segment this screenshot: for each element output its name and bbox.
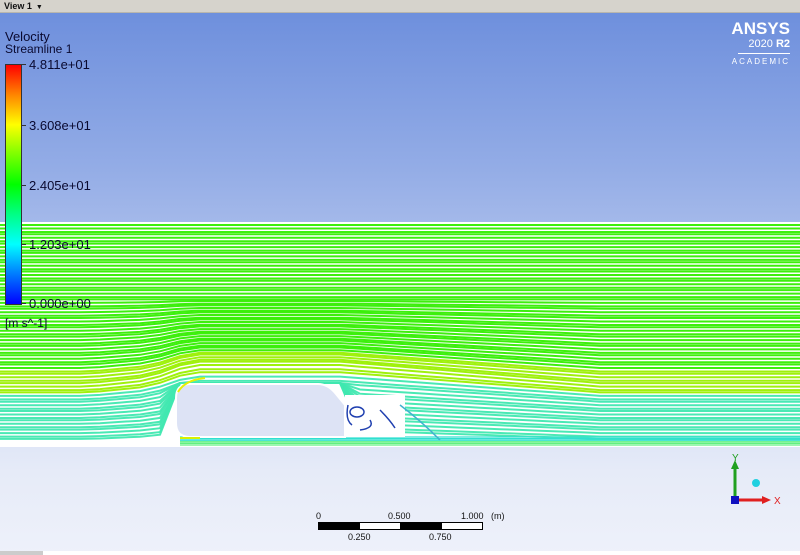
- scale-label: 0: [316, 511, 322, 521]
- legend-units: [m s^-1]: [5, 316, 48, 330]
- logo-version: 2020: [748, 38, 773, 50]
- legend-tick: [21, 125, 26, 126]
- legend-tick: [21, 64, 26, 65]
- legend-tick: [21, 244, 26, 245]
- scale-segment: [318, 522, 360, 530]
- x-arrow-head: [762, 496, 771, 504]
- legend-tick: [21, 185, 26, 186]
- scale-segment: [400, 522, 442, 530]
- ansys-logo: ANSYS 2020 R2 ACADEMIC: [718, 20, 790, 66]
- logo-edition: ACADEMIC: [731, 57, 790, 66]
- scale-label: 0.250: [348, 532, 371, 542]
- streamline-plot: [0, 222, 800, 447]
- color-bar: [5, 64, 22, 305]
- logo-release: R2: [775, 38, 790, 50]
- scale-segment: [359, 522, 401, 530]
- axes-triad[interactable]: Y X: [725, 452, 785, 512]
- legend-subtitle: Streamline 1: [5, 42, 73, 56]
- bluff-body: [175, 383, 346, 438]
- legend-label-max: 4.811e+01: [29, 57, 90, 72]
- horizontal-scrollbar[interactable]: [0, 551, 800, 555]
- x-axis-label: X: [774, 496, 781, 507]
- logo-brand: ANSYS: [731, 19, 790, 38]
- legend-label: 3.608e+01: [29, 118, 91, 133]
- origin-marker: [731, 496, 739, 504]
- legend-label: 2.405e+01: [29, 178, 91, 193]
- logo-divider: [738, 53, 790, 54]
- legend-label: 1.203e+01: [29, 237, 91, 252]
- scale-label: 0.750: [429, 532, 452, 542]
- scale-unit: (m): [491, 511, 505, 521]
- scale-label: 1.000: [461, 511, 484, 521]
- scrollbar-thumb[interactable]: [0, 551, 43, 555]
- y-axis-label: Y: [732, 453, 739, 464]
- z-axis-dot: [752, 479, 760, 487]
- scale-label: 0.500: [388, 511, 411, 521]
- legend-label-min: 0.000e+00: [29, 296, 91, 311]
- scale-segment: [441, 522, 483, 530]
- legend-tick: [21, 303, 26, 304]
